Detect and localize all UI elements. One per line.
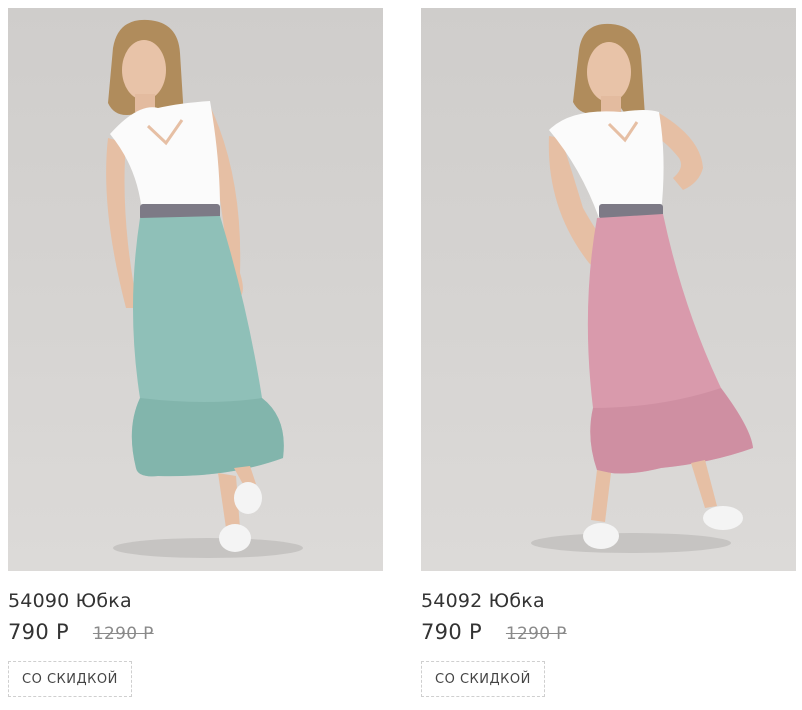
discount-badge[interactable]: СО СКИДКОЙ (8, 661, 132, 697)
product-photo[interactable] (421, 8, 796, 571)
product-grid: 54090 Юбка 790 Р 1290 Р СО СКИДКОЙ 54092… (8, 8, 796, 697)
product-title[interactable]: 54090 Юбка (8, 589, 383, 613)
product-card[interactable]: 54090 Юбка 790 Р 1290 Р СО СКИДКОЙ (8, 8, 383, 697)
product-card[interactable]: 54092 Юбка 790 Р 1290 Р СО СКИДКОЙ (421, 8, 796, 697)
old-price: 1290 Р (505, 624, 567, 644)
current-price: 790 Р (8, 620, 69, 644)
current-price: 790 Р (421, 620, 482, 644)
discount-badge[interactable]: СО СКИДКОЙ (421, 661, 545, 697)
model-illustration (531, 23, 753, 553)
product-photo[interactable] (8, 8, 383, 571)
model-illustration (106, 19, 303, 558)
product-title[interactable]: 54092 Юбка (421, 589, 796, 613)
price-row: 790 Р 1290 Р (421, 620, 796, 646)
old-price: 1290 Р (92, 624, 154, 644)
price-row: 790 Р 1290 Р (8, 620, 383, 646)
